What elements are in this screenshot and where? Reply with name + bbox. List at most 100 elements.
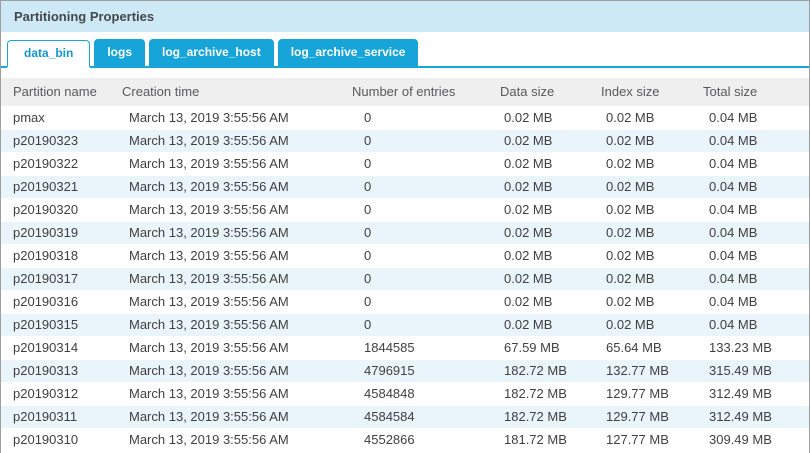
partitioning-properties-panel: Partitioning Properties data_bin logs lo… xyxy=(0,0,810,453)
cell-partition-name: p20190317 xyxy=(1,267,110,290)
table-row: p20190323March 13, 2019 3:55:56 AM00.02 … xyxy=(1,129,809,152)
table-row: pmaxMarch 13, 2019 3:55:56 AM00.02 MB0.0… xyxy=(1,106,809,129)
cell-index-size: 0.02 MB xyxy=(589,244,691,267)
cell-number-of-entries: 4584584 xyxy=(340,405,488,428)
cell-number-of-entries: 0 xyxy=(340,106,488,129)
cell-data-size: 0.02 MB xyxy=(488,198,589,221)
cell-number-of-entries: 4552866 xyxy=(340,428,488,451)
table-row: p20190311March 13, 2019 3:55:56 AM458458… xyxy=(1,405,809,428)
cell-creation-time: March 13, 2019 3:55:56 AM xyxy=(110,152,340,175)
cell-index-size: 0.02 MB xyxy=(589,152,691,175)
cell-number-of-entries: 0 xyxy=(340,244,488,267)
cell-creation-time: March 13, 2019 3:55:56 AM xyxy=(110,267,340,290)
cell-partition-name: p20190312 xyxy=(1,382,110,405)
cell-data-size: 0.02 MB xyxy=(488,106,589,129)
col-header-total-size: Total size xyxy=(691,78,809,106)
cell-creation-time: March 13, 2019 3:55:56 AM xyxy=(110,129,340,152)
cell-total-size: 0.04 MB xyxy=(691,175,809,198)
tab-data-bin[interactable]: data_bin xyxy=(7,40,90,68)
cell-number-of-entries: 0 xyxy=(340,198,488,221)
cell-creation-time: March 13, 2019 3:55:56 AM xyxy=(110,290,340,313)
cell-creation-time: March 13, 2019 3:55:56 AM xyxy=(110,198,340,221)
cell-total-size: 0.04 MB xyxy=(691,106,809,129)
cell-partition-name: p20190314 xyxy=(1,336,110,359)
cell-data-size: 0.02 MB xyxy=(488,290,589,313)
cell-number-of-entries: 0 xyxy=(340,221,488,244)
table-row: p20190313March 13, 2019 3:55:56 AM479691… xyxy=(1,359,809,382)
cell-partition-name: p20190321 xyxy=(1,175,110,198)
cell-index-size: 129.77 MB xyxy=(589,405,691,428)
panel-title: Partitioning Properties xyxy=(14,9,154,24)
partitions-table: Partition name Creation time Number of e… xyxy=(1,78,809,452)
cell-creation-time: March 13, 2019 3:55:56 AM xyxy=(110,336,340,359)
cell-index-size: 132.77 MB xyxy=(589,359,691,382)
cell-index-size: 127.77 MB xyxy=(589,428,691,451)
cell-data-size: 182.72 MB xyxy=(488,382,589,405)
col-header-partition-name: Partition name xyxy=(1,78,110,106)
cell-total-size: 312.49 MB xyxy=(691,405,809,428)
cell-index-size: 0.02 MB xyxy=(589,290,691,313)
cell-creation-time: March 13, 2019 3:55:56 AM xyxy=(110,221,340,244)
cell-number-of-entries: 0 xyxy=(340,152,488,175)
tab-log-archive-host[interactable]: log_archive_host xyxy=(149,39,274,66)
cell-partition-name: pmax xyxy=(1,106,110,129)
cell-total-size: 0.04 MB xyxy=(691,290,809,313)
cell-number-of-entries: 4584848 xyxy=(340,382,488,405)
col-header-index-size: Index size xyxy=(589,78,691,106)
cell-total-size: 133.23 MB xyxy=(691,336,809,359)
cell-data-size: 0.02 MB xyxy=(488,244,589,267)
cell-data-size: 182.72 MB xyxy=(488,405,589,428)
cell-total-size: 312.49 MB xyxy=(691,382,809,405)
cell-total-size: 0.04 MB xyxy=(691,152,809,175)
cell-number-of-entries: 0 xyxy=(340,267,488,290)
table-row: p20190310March 13, 2019 3:55:56 AM455286… xyxy=(1,428,809,451)
cell-total-size: 0.04 MB xyxy=(691,221,809,244)
cell-creation-time: March 13, 2019 3:55:56 AM xyxy=(110,175,340,198)
cell-number-of-entries: 0 xyxy=(340,175,488,198)
cell-creation-time: March 13, 2019 3:55:56 AM xyxy=(110,244,340,267)
col-header-number-of-entries: Number of entries xyxy=(340,78,488,106)
cell-total-size: 0.04 MB xyxy=(691,313,809,336)
table-row: p20190322March 13, 2019 3:55:56 AM00.02 … xyxy=(1,152,809,175)
cell-creation-time: March 13, 2019 3:55:56 AM xyxy=(110,382,340,405)
cell-partition-name: p20190318 xyxy=(1,244,110,267)
cell-data-size: 0.02 MB xyxy=(488,221,589,244)
table-row: p20190316March 13, 2019 3:55:56 AM00.02 … xyxy=(1,290,809,313)
col-header-data-size: Data size xyxy=(488,78,589,106)
cell-data-size: 0.02 MB xyxy=(488,152,589,175)
table-row: p20190312March 13, 2019 3:55:56 AM458484… xyxy=(1,382,809,405)
cell-creation-time: March 13, 2019 3:55:56 AM xyxy=(110,313,340,336)
cell-number-of-entries: 0 xyxy=(340,290,488,313)
table-row: p20190318March 13, 2019 3:55:56 AM00.02 … xyxy=(1,244,809,267)
tab-log-archive-service[interactable]: log_archive_service xyxy=(278,39,419,66)
cell-index-size: 0.02 MB xyxy=(589,313,691,336)
cell-number-of-entries: 0 xyxy=(340,313,488,336)
cell-index-size: 0.02 MB xyxy=(589,106,691,129)
cell-total-size: 0.04 MB xyxy=(691,267,809,290)
cell-index-size: 65.64 MB xyxy=(589,336,691,359)
tab-logs[interactable]: logs xyxy=(94,39,145,66)
cell-creation-time: March 13, 2019 3:55:56 AM xyxy=(110,405,340,428)
table-row: p20190317March 13, 2019 3:55:56 AM0 0.02 … xyxy=(1,267,809,290)
cell-data-size: 182.72 MB xyxy=(488,359,589,382)
cell-total-size: 0.04 MB xyxy=(691,244,809,267)
table-row: p20190321March 13, 2019 3:55:56 AM00.02 … xyxy=(1,175,809,198)
table-row: p20190320March 13, 2019 3:55:56 AM00.02 … xyxy=(1,198,809,221)
cell-index-size: 0.02 MB xyxy=(589,267,691,290)
cell-creation-time: March 13, 2019 3:55:56 AM xyxy=(110,428,340,451)
cell-data-size: 0.02 MB xyxy=(488,129,589,152)
tab-bar: data_bin logs log_archive_host log_archi… xyxy=(1,32,809,68)
cell-data-size: 0.02 MB xyxy=(488,175,589,198)
cell-total-size: 0.04 MB xyxy=(691,198,809,221)
cell-number-of-entries: 4796915 xyxy=(340,359,488,382)
cell-number-of-entries: 0 xyxy=(340,129,488,152)
cell-data-size: 67.59 MB xyxy=(488,336,589,359)
cell-creation-time: March 13, 2019 3:55:56 AM xyxy=(110,359,340,382)
cell-partition-name: p20190323 xyxy=(1,129,110,152)
cell-partition-name: p20190320 xyxy=(1,198,110,221)
col-header-creation-time: Creation time xyxy=(110,78,340,106)
cell-data-size: 0.02 MB xyxy=(488,313,589,336)
table-row: p20190314March 13, 2019 3:55:56 AM184458… xyxy=(1,336,809,359)
table-row: p20190319March 13, 2019 3:55:56 AM00.02 … xyxy=(1,221,809,244)
cell-data-size: 181.72 MB xyxy=(488,428,589,451)
